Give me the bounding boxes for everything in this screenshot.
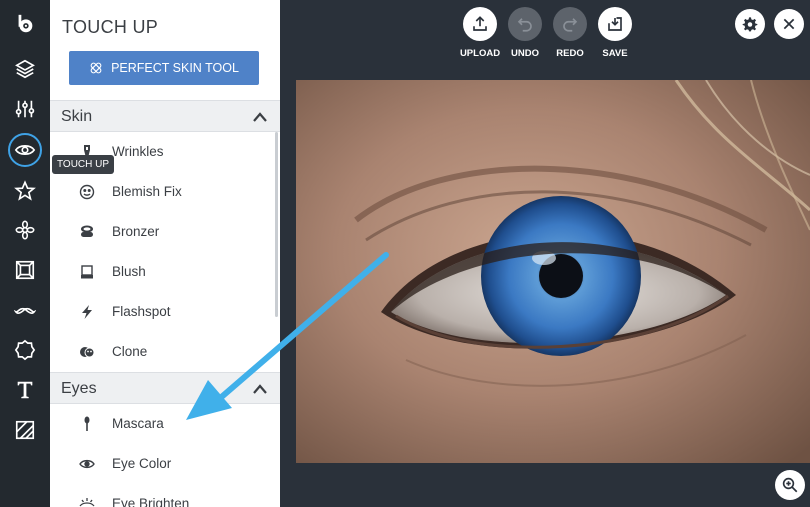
tool-eye-color-label: Eye Color <box>112 456 172 471</box>
rail-favorites-button[interactable] <box>0 171 50 211</box>
rail-stickers-button[interactable] <box>0 330 50 370</box>
redo-button[interactable]: REDO <box>547 7 593 59</box>
tool-flashspot[interactable]: Flashspot <box>50 292 276 332</box>
mustache-icon <box>14 307 36 314</box>
undo-icon <box>517 18 532 32</box>
rail-text-button[interactable] <box>0 370 50 410</box>
tool-clone[interactable]: Clone <box>50 332 276 372</box>
tool-eye-color[interactable]: Eye Color <box>50 444 276 484</box>
eye-icon <box>14 145 36 155</box>
rail-overlays-button[interactable] <box>0 290 50 330</box>
effects-icon <box>15 220 35 240</box>
tool-bronzer[interactable]: Bronzer <box>50 212 276 252</box>
settings-button[interactable] <box>735 9 765 39</box>
panel-title: TOUCH UP <box>62 17 159 37</box>
section-skin-label: Skin <box>61 108 93 125</box>
layers-icon <box>15 59 35 79</box>
tool-blush[interactable]: Blush <box>50 252 276 292</box>
blush-icon <box>81 265 93 279</box>
tool-clone-label: Clone <box>112 344 148 359</box>
eye-outline-icon <box>79 459 95 469</box>
upload-button[interactable]: UPLOAD <box>457 7 503 59</box>
rail-textures-button[interactable] <box>0 410 50 450</box>
lightning-icon <box>82 305 92 319</box>
logo-icon <box>18 14 33 33</box>
eye-photo <box>296 80 810 463</box>
tool-wrinkles-label: Wrinkles <box>112 144 164 159</box>
upload-label: UPLOAD <box>459 48 501 59</box>
mascara-icon <box>84 416 90 431</box>
rail-adjust-button[interactable] <box>0 89 50 129</box>
perfect-skin-tool-label: PERFECT SKIN TOOL <box>111 61 239 75</box>
redo-label: REDO <box>556 48 584 59</box>
close-button[interactable] <box>774 9 804 39</box>
tool-rail: TOUCH UP <box>0 0 115 507</box>
tool-blemish-fix[interactable]: Blemish Fix <box>50 172 276 212</box>
close-icon <box>783 18 795 30</box>
save-icon <box>608 17 622 31</box>
badge-icon <box>14 339 36 361</box>
tool-eye-brighten[interactable]: Eye Brighten <box>50 484 276 507</box>
zoom-button[interactable] <box>775 470 805 500</box>
perfect-skin-tool-button[interactable]: PERFECT SKIN TOOL <box>69 51 259 85</box>
rail-effects-button[interactable] <box>0 210 50 250</box>
eye-brighten-icon <box>79 498 95 507</box>
rail-tooltip: TOUCH UP <box>52 155 115 174</box>
compact-icon <box>81 225 93 237</box>
tool-bronzer-label: Bronzer <box>112 224 160 239</box>
rail-touch-up-button[interactable] <box>0 130 50 170</box>
undo-label: UNDO <box>511 48 539 59</box>
section-skin-header[interactable]: Skin <box>50 100 280 132</box>
bandage-icon <box>90 62 102 74</box>
logo-button[interactable] <box>0 4 50 44</box>
chevron-up-icon <box>253 384 267 394</box>
texture-icon <box>15 420 35 440</box>
adjust-sliders-icon <box>15 100 35 118</box>
text-icon <box>17 381 33 399</box>
upload-icon <box>473 16 487 31</box>
section-eyes-label: Eyes <box>61 380 97 397</box>
smiley-icon <box>79 184 95 200</box>
save-label: SAVE <box>602 48 628 59</box>
tool-flashspot-label: Flashspot <box>112 304 171 319</box>
tool-mascara[interactable]: Mascara <box>50 404 276 444</box>
tool-blemish-fix-label: Blemish Fix <box>112 184 182 199</box>
touch-up-panel: TOUCH UP PERFECT SKIN TOOL Skin Wrinkles… <box>50 0 280 507</box>
zoom-in-icon <box>782 477 798 493</box>
photo-canvas[interactable] <box>296 80 810 463</box>
tool-eye-brighten-label: Eye Brighten <box>112 496 190 507</box>
tool-mascara-label: Mascara <box>112 416 164 431</box>
frame-icon <box>15 260 35 280</box>
rail-layers-button[interactable] <box>0 49 50 89</box>
save-button[interactable]: SAVE <box>592 7 638 59</box>
gear-icon <box>742 17 758 32</box>
chevron-up-icon <box>253 112 267 122</box>
app-window: TOUCH UP TOUCH UP PERFECT SKIN TOOL Skin… <box>0 0 810 507</box>
star-icon <box>14 180 36 201</box>
section-eyes-header[interactable]: Eyes <box>50 372 280 404</box>
clone-icon <box>80 347 95 358</box>
panel-scrollbar[interactable] <box>275 132 278 317</box>
undo-button[interactable]: UNDO <box>502 7 548 59</box>
redo-icon <box>563 18 578 32</box>
rail-frames-button[interactable] <box>0 250 50 290</box>
tool-blush-label: Blush <box>112 264 146 279</box>
